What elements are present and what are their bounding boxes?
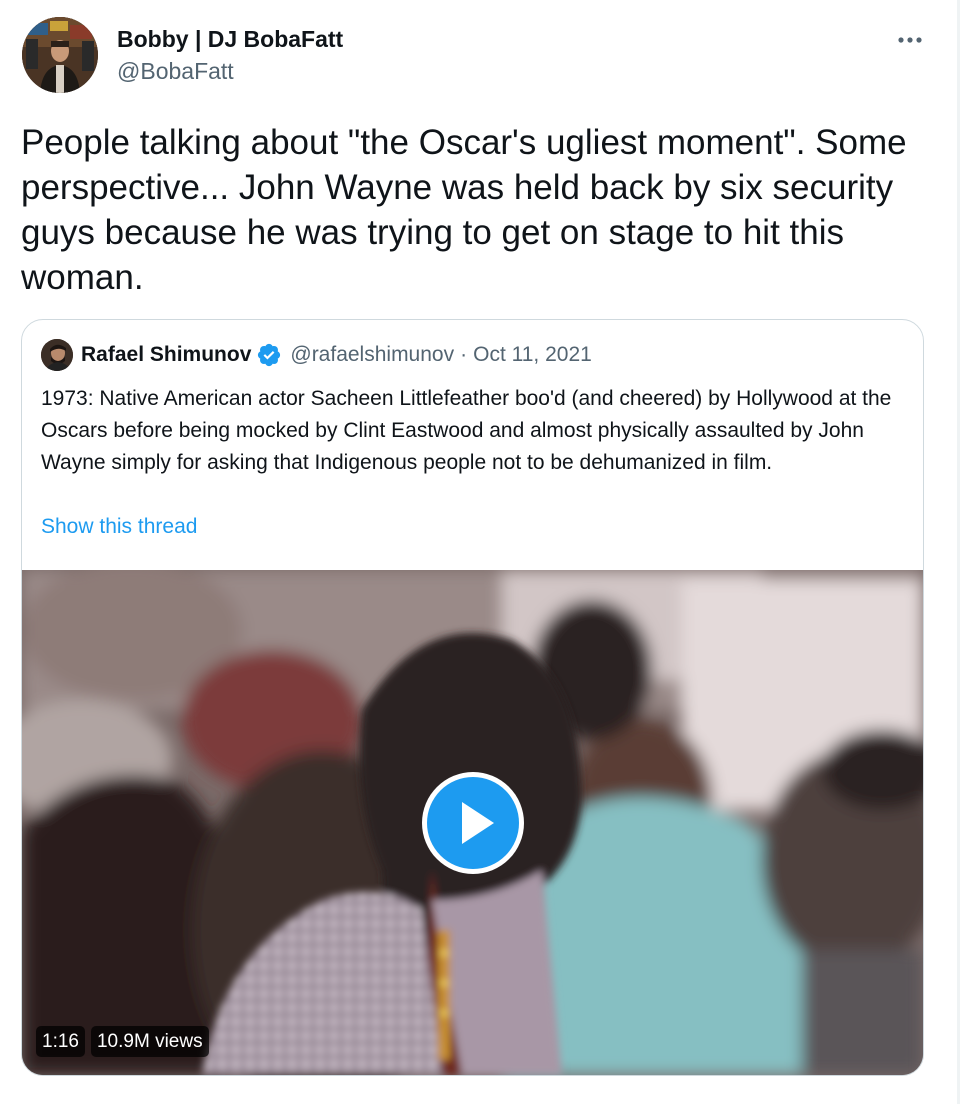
quoted-author-handle[interactable]: @rafaelshimunov [290, 343, 454, 367]
header-separator: · [460, 343, 468, 366]
quoted-tweet-date[interactable]: Oct 11, 2021 [473, 343, 592, 367]
tweet-text: People talking about "the Oscar's uglies… [21, 123, 907, 297]
verified-badge-icon [258, 343, 281, 367]
more-horizontal-icon [898, 37, 922, 43]
author-handle[interactable]: @BobaFatt [117, 58, 234, 85]
video-views-badge: 10.9M views [90, 1026, 209, 1057]
play-icon[interactable] [420, 770, 526, 876]
more-options-button[interactable] [890, 26, 930, 54]
video-player[interactable]: 1:16 10.9M views [22, 570, 923, 1075]
video-badges: 1:16 10.9M views [36, 1026, 209, 1057]
quoted-tweet-card[interactable]: Rafael Shimunov @rafaelshimunov · Oct 11… [21, 319, 924, 1076]
video-duration-badge: 1:16 [36, 1026, 85, 1057]
author-avatar[interactable] [22, 17, 98, 93]
tweet: Bobby | DJ BobaFatt @BobaFatt People tal… [0, 0, 957, 1104]
quoted-tweet-text: 1973: Native American actor Sacheen Litt… [41, 387, 892, 474]
quoted-author-avatar [41, 339, 73, 371]
quoted-author-name[interactable]: Rafael Shimunov [81, 343, 251, 367]
quoted-tweet-header: Rafael Shimunov @rafaelshimunov · Oct 11… [41, 339, 592, 371]
show-thread-link[interactable]: Show this thread [41, 515, 197, 539]
author-name[interactable]: Bobby | DJ BobaFatt [117, 26, 343, 53]
